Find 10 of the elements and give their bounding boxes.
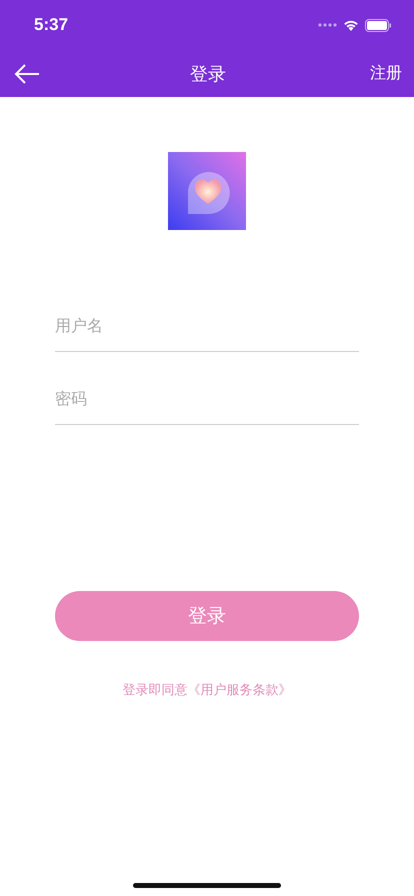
back-arrow-icon [14, 64, 40, 84]
page-title: 登录 [190, 62, 226, 86]
terms-link[interactable]: 登录即同意《用户服务条款》 [122, 681, 292, 699]
status-time: 5:37 [34, 15, 68, 35]
register-button[interactable]: 注册 [370, 63, 402, 84]
wifi-icon [343, 19, 359, 31]
battery-icon [365, 18, 392, 32]
signal-icon [318, 23, 337, 27]
back-button[interactable] [14, 64, 40, 84]
login-button[interactable]: 登录 [55, 591, 359, 641]
